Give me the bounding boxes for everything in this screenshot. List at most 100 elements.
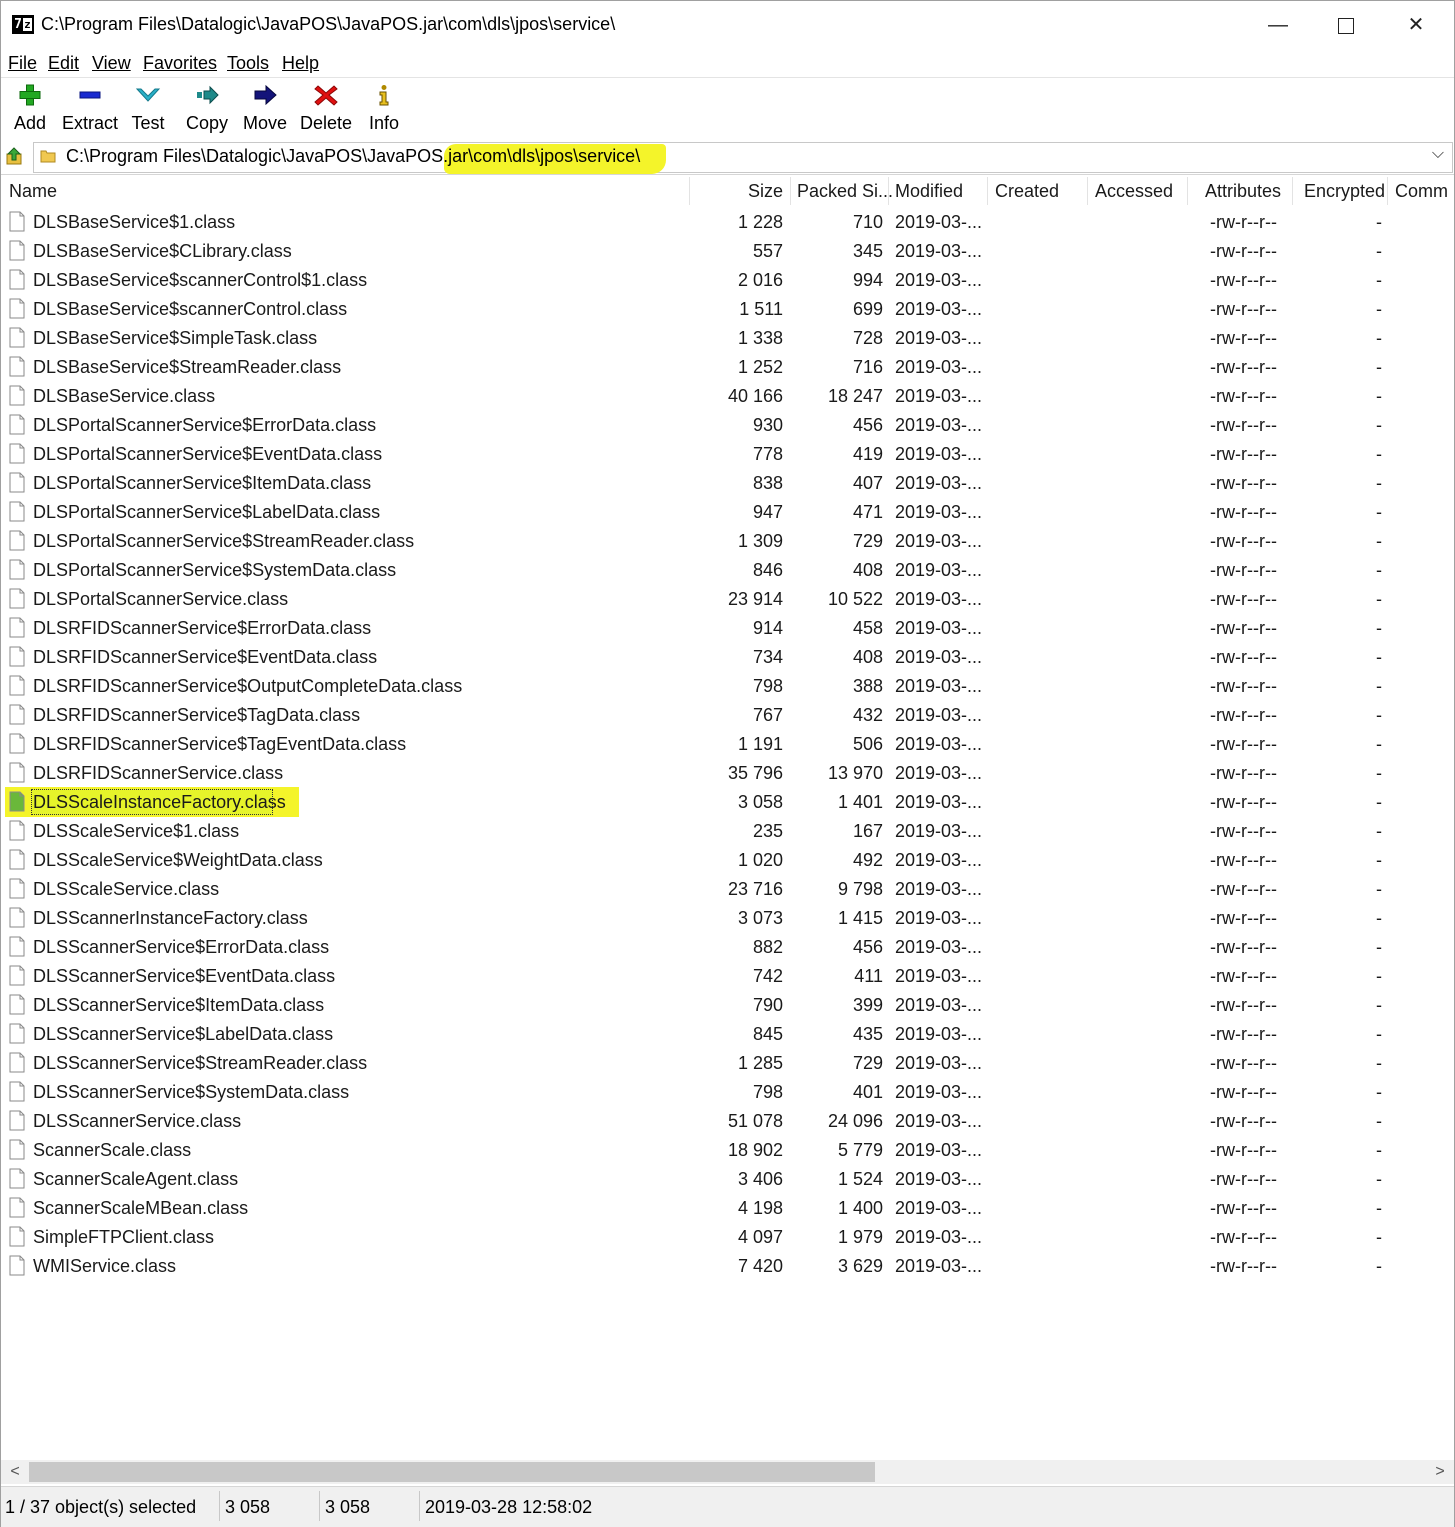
scroll-left-icon[interactable]: < [5, 1462, 25, 1482]
table-row[interactable]: DLSScaleInstanceFactory.class 3 058 1 401 2… [1, 787, 1454, 817]
col-divider[interactable] [987, 177, 988, 205]
scroll-right-icon[interactable]: > [1430, 1462, 1450, 1482]
col-divider[interactable] [1087, 177, 1088, 205]
cell-modified: 2019-03-... [895, 1256, 983, 1276]
col-divider[interactable] [790, 177, 791, 205]
table-row[interactable]: SimpleFTPClient.class 4 097 1 979 2019-03-.… [1, 1223, 1454, 1252]
cell-size: 734 [752, 647, 783, 667]
table-row[interactable]: DLSPortalScannerService.class 23 914 10 52… [1, 585, 1454, 614]
cell-encrypted: - [1376, 241, 1382, 261]
menu-tools[interactable]: Tools [227, 53, 269, 74]
table-row[interactable]: DLSPortalScannerService$LabelData.class 9… [1, 498, 1454, 527]
menu-edit[interactable]: Edit [48, 53, 79, 74]
table-row[interactable]: DLSPortalScannerService$EventData.class 7… [1, 440, 1454, 469]
col-packed[interactable]: Packed Si... [797, 181, 893, 202]
table-row[interactable]: DLSPortalScannerService$ErrorData.class 9… [1, 411, 1454, 440]
table-row[interactable]: DLSBaseService$scannerControl$1.class 2 0… [1, 266, 1454, 295]
table-row[interactable]: DLSRFIDScannerService$EventData.class 734… [1, 643, 1454, 672]
test-button[interactable]: Test [127, 82, 169, 136]
table-row[interactable]: DLSScannerService$ErrorData.class 882 456 2… [1, 933, 1454, 962]
table-row[interactable]: DLSScannerService.class 51 078 24 096 2019-… [1, 1107, 1454, 1136]
table-row[interactable]: DLSScaleService$1.class 235 167 2019-03-...… [1, 817, 1454, 846]
table-row[interactable]: DLSScannerService$EventData.class 742 411 2… [1, 962, 1454, 991]
maximize-button[interactable] [1323, 9, 1369, 41]
delete-button[interactable]: Delete [297, 82, 355, 136]
extract-button[interactable]: Extract [59, 82, 121, 136]
cell-name: DLSPortalScannerService$ErrorData.class [33, 415, 377, 435]
table-row[interactable]: DLSRFIDScannerService$ErrorData.class 914… [1, 614, 1454, 643]
col-divider[interactable] [888, 177, 889, 205]
menu-view[interactable]: View [92, 53, 131, 74]
table-row[interactable]: WMIService.class 7 420 3 629 2019-03-... -rw… [1, 1252, 1454, 1281]
table-row[interactable]: DLSScannerService$LabelData.class 845 435 2… [1, 1020, 1454, 1049]
cell-size: 3 058 [737, 792, 783, 812]
cell-encrypted: - [1376, 966, 1382, 986]
col-divider[interactable] [689, 177, 690, 205]
file-icon [9, 356, 25, 377]
table-row[interactable]: DLSBaseService$1.class 1 228 710 2019-03-..… [1, 208, 1454, 237]
scrollbar-thumb[interactable] [29, 1462, 875, 1482]
table-row[interactable]: DLSRFIDScannerService.class 35 796 13 970 2… [1, 759, 1454, 788]
minimize-button[interactable]: — [1255, 9, 1301, 41]
col-created[interactable]: Created [995, 181, 1059, 202]
folder-up-icon[interactable] [5, 146, 25, 166]
horizontal-scrollbar[interactable]: < > [1, 1460, 1454, 1484]
col-divider[interactable] [1387, 177, 1388, 205]
table-row[interactable]: DLSScannerInstanceFactory.class 3 073 1 41… [1, 904, 1454, 933]
table-row[interactable]: DLSRFIDScannerService$TagEventData.class… [1, 730, 1454, 759]
file-icon [9, 472, 25, 493]
col-size[interactable]: Size [691, 181, 783, 202]
table-row[interactable]: DLSScannerService$StreamReader.class 1 28… [1, 1049, 1454, 1078]
menu-tools-label: Tools [227, 53, 270, 73]
menu-help[interactable]: Help [282, 53, 319, 74]
add-button[interactable]: Add [7, 82, 53, 136]
cell-encrypted: - [1376, 995, 1382, 1015]
cell-packed: 432 [852, 705, 883, 725]
col-modified[interactable]: Modified [895, 181, 963, 202]
col-name[interactable]: Name [9, 181, 57, 202]
col-divider[interactable] [1292, 177, 1293, 205]
cell-modified: 2019-03-... [895, 531, 983, 551]
table-row[interactable]: ScannerScale.class 18 902 5 779 2019-03-...… [1, 1136, 1454, 1165]
address-field[interactable]: C:\Program Files\Datalogic\JavaPOS\JavaP… [33, 142, 1453, 174]
cell-modified: 2019-03-... [895, 1169, 983, 1189]
title-bar[interactable]: 7z C:\Program Files\Datalogic\JavaPOS\Ja… [1, 1, 1454, 49]
table-row[interactable]: DLSScaleService$WeightData.class 1 020 492… [1, 846, 1454, 875]
table-row[interactable]: DLSBaseService$CLibrary.class 557 345 2019-… [1, 237, 1454, 266]
table-row[interactable]: DLSBaseService$SimpleTask.class 1 338 728 2… [1, 324, 1454, 353]
cell-attributes: -rw-r--r-- [1210, 212, 1277, 232]
menu-favorites[interactable]: Favorites [143, 53, 217, 74]
close-button[interactable]: ✕ [1393, 9, 1439, 41]
cell-encrypted: - [1376, 415, 1382, 435]
cell-encrypted: - [1376, 850, 1382, 870]
table-row[interactable]: DLSPortalScannerService$SystemData.class… [1, 556, 1454, 585]
table-row[interactable]: ScannerScaleMBean.class 4 198 1 400 2019-03… [1, 1194, 1454, 1223]
file-icon [9, 994, 25, 1015]
table-row[interactable]: DLSBaseService.class 40 166 18 247 2019-03-… [1, 382, 1454, 411]
table-row[interactable]: DLSPortalScannerService$StreamReader.cla… [1, 527, 1454, 556]
col-attributes[interactable]: Attributes [1205, 181, 1281, 202]
table-row[interactable]: DLSScannerService$SystemData.class 798 401… [1, 1078, 1454, 1107]
table-row[interactable]: DLSRFIDScannerService$TagData.class 767 43… [1, 701, 1454, 730]
col-divider[interactable] [1187, 177, 1188, 205]
table-row[interactable]: DLSPortalScannerService$ItemData.class 83… [1, 469, 1454, 498]
move-button[interactable]: Move [239, 82, 291, 136]
cell-encrypted: - [1376, 676, 1382, 696]
col-accessed[interactable]: Accessed [1095, 181, 1173, 202]
cell-name: DLSRFIDScannerService$EventData.class [33, 647, 378, 667]
table-row[interactable]: DLSScannerService$ItemData.class 790 399 20… [1, 991, 1454, 1020]
table-row[interactable]: DLSScaleService.class 23 716 9 798 2019-03-… [1, 875, 1454, 904]
table-row[interactable]: DLSBaseService$scannerControl.class 1 511… [1, 295, 1454, 324]
table-row[interactable]: ScannerScaleAgent.class 3 406 1 524 2019-03… [1, 1165, 1454, 1194]
copy-button[interactable]: Copy [182, 82, 232, 136]
menu-file[interactable]: File [8, 53, 37, 74]
col-comment[interactable]: Comm [1395, 181, 1448, 202]
cell-size: 3 073 [737, 908, 783, 928]
cell-size: 845 [752, 1024, 783, 1044]
address-dropdown-icon[interactable]: ⌵ [1432, 145, 1444, 163]
table-row[interactable]: DLSRFIDScannerService$OutputCompleteData… [1, 672, 1454, 701]
col-encrypted[interactable]: Encrypted [1304, 181, 1385, 202]
info-button[interactable]: Info [363, 82, 405, 136]
table-row[interactable]: DLSBaseService$StreamReader.class 1 252 71… [1, 353, 1454, 382]
cell-encrypted: - [1376, 357, 1382, 377]
